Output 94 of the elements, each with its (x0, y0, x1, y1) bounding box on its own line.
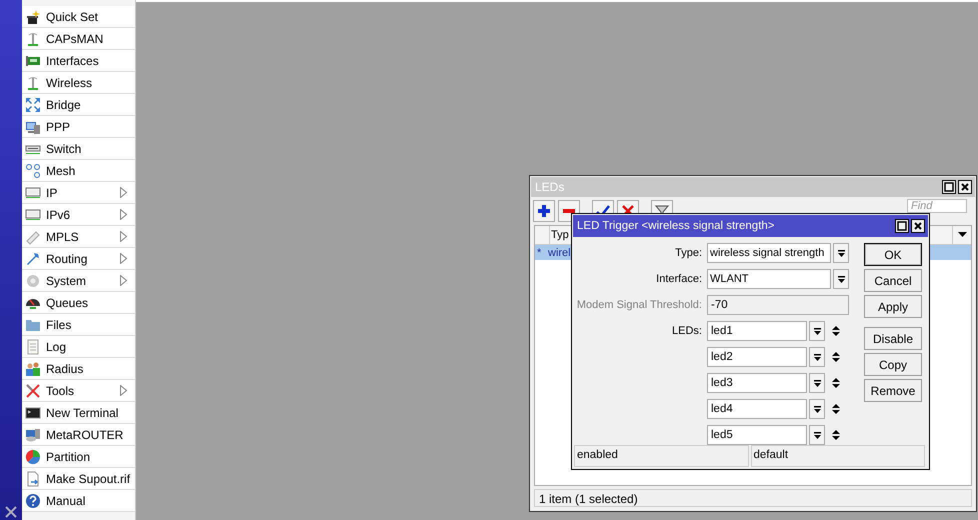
dropdown-field[interactable]: led3 (707, 373, 807, 393)
menu-item[interactable]: Partition (22, 446, 135, 468)
arrow-down-icon (812, 326, 822, 336)
move-up-down-icon[interactable] (831, 351, 841, 363)
tools-icon (25, 382, 41, 398)
arrow-down-icon (836, 248, 846, 258)
menu-item[interactable]: Log (22, 336, 135, 358)
field-label: LEDs: (671, 324, 702, 339)
help-icon (25, 492, 41, 508)
caret-icon (958, 232, 966, 238)
dialog-button[interactable]: Cancel (864, 269, 922, 292)
dropdown-field[interactable]: led2 (707, 347, 807, 367)
menu-item[interactable]: MPLS (22, 226, 135, 248)
arrow-down-icon (812, 378, 822, 388)
menu-item[interactable]: IP (22, 182, 135, 204)
menu-item[interactable]: Queues (22, 292, 135, 314)
menu-item[interactable]: Switch (22, 138, 135, 160)
menu-item[interactable]: Radius (22, 358, 135, 380)
menu-item[interactable]: System (22, 270, 135, 292)
close-icon[interactable] (5, 506, 17, 518)
nodes-icon (25, 162, 41, 178)
menu-item[interactable]: New Terminal (22, 402, 135, 424)
dropdown-field[interactable]: led1 (707, 321, 807, 341)
document-icon (25, 470, 41, 486)
menu-item[interactable]: Bridge (22, 94, 135, 116)
terminal-icon (25, 404, 41, 420)
dropdown-button[interactable] (809, 399, 825, 419)
ruler-icon (25, 228, 41, 244)
dropdown-field[interactable]: led4 (707, 399, 807, 419)
move-up-down-icon[interactable] (831, 429, 841, 441)
dropdown-button[interactable] (809, 321, 825, 341)
arrow-down-icon (812, 430, 822, 440)
status-bar: 1 item (1 selected) (534, 489, 972, 507)
menu-item[interactable]: PPP (22, 116, 135, 138)
gear-icon (25, 272, 41, 288)
move-up-down-icon[interactable] (831, 377, 841, 389)
antenna-icon (25, 30, 41, 46)
field-label: Type: (674, 246, 702, 261)
dropdown-button[interactable] (809, 347, 825, 367)
wand-icon (25, 8, 41, 24)
menu-item[interactable]: IPv6 (22, 204, 135, 226)
menu-item[interactable]: MetaROUTER (22, 424, 135, 446)
menu-item[interactable]: Interfaces (22, 50, 135, 72)
dialog-button[interactable]: Remove (864, 379, 922, 402)
input-field: -70 (707, 295, 849, 315)
menu-item[interactable]: Tools (22, 380, 135, 402)
close-button[interactable] (911, 219, 925, 233)
maximize-icon (944, 182, 954, 192)
find-field[interactable]: Find (907, 199, 967, 213)
menu-item[interactable]: Mesh (22, 160, 135, 182)
dropdown-field[interactable]: WLANT (707, 269, 831, 289)
add-button[interactable] (533, 200, 555, 222)
move-up-down-icon[interactable] (831, 325, 841, 337)
computer-icon (25, 426, 41, 442)
plus-icon (537, 204, 551, 218)
dropdown-button[interactable] (809, 373, 825, 393)
wrench-icon (25, 250, 41, 266)
dropdown-field[interactable]: led5 (707, 425, 807, 445)
people-icon (25, 360, 41, 376)
dropdown-button[interactable] (809, 425, 825, 445)
status-cell: enabled (574, 445, 748, 467)
dropdown-button[interactable] (833, 269, 849, 289)
arrows-icon (25, 96, 41, 112)
document-icon (25, 338, 41, 354)
maximize-button[interactable] (895, 219, 909, 233)
box-icon (25, 184, 41, 200)
menu-item[interactable]: Files (22, 314, 135, 336)
dialog-button[interactable]: OK (864, 243, 922, 266)
arrow-down-icon (812, 404, 822, 414)
menu-item[interactable]: CAPsMAN (22, 28, 135, 50)
dialog-button[interactable]: Disable (864, 327, 922, 350)
dropdown-field[interactable]: wireless signal strength (707, 243, 831, 263)
dialog-button[interactable]: Copy (864, 353, 922, 376)
box-icon (25, 206, 41, 222)
menu-item[interactable]: Quick Set (22, 6, 135, 28)
pie-chart-icon (25, 448, 41, 464)
close-button[interactable] (958, 180, 972, 194)
menu-item[interactable]: Routing (22, 248, 135, 270)
antenna-icon (25, 74, 41, 90)
field-label: Modem Signal Threshold: (576, 298, 702, 313)
field-label: Interface: (655, 272, 702, 287)
menu-item[interactable]: Manual (22, 490, 135, 512)
menu-item[interactable]: Wireless (22, 72, 135, 94)
menu-item[interactable]: Make Supout.rif (22, 468, 135, 490)
dropdown-button[interactable] (833, 243, 849, 263)
maximize-button[interactable] (942, 180, 956, 194)
dialog-button[interactable]: Apply (864, 295, 922, 318)
close-icon (960, 182, 970, 192)
maximize-icon (897, 221, 907, 231)
close-icon (913, 221, 923, 231)
arrow-down-icon (836, 274, 846, 284)
move-up-down-icon[interactable] (831, 403, 841, 415)
status-cell: default (750, 445, 925, 467)
arrow-down-icon (812, 352, 822, 362)
